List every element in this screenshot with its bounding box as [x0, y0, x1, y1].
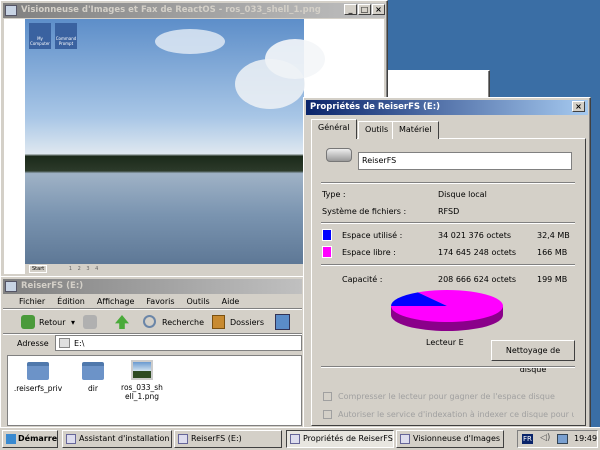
taskbar-item-properties[interactable]: Propriétés de ReiserFS... — [286, 430, 394, 448]
file-list: .reiserfs_priv dir ros_033_shell_1.png — [7, 355, 302, 426]
minimize-button[interactable]: _ — [344, 4, 357, 15]
desktop-icon-command-prompt: Command Prompt — [55, 23, 77, 49]
explorer-window[interactable]: ReiserFS (E:) Fichier Édition Affichage Fav… — [0, 276, 305, 429]
back-button[interactable]: Retour — [39, 318, 66, 327]
menu-favoris[interactable]: Favoris — [146, 297, 174, 306]
network-icon[interactable] — [557, 434, 568, 444]
disk-cleanup-button[interactable]: Nettoyage de disque — [491, 340, 575, 374]
index-checkbox[interactable] — [323, 410, 332, 419]
image-taskbar: Start 1 2 3 4 — [25, 264, 304, 275]
start-icon — [6, 434, 16, 444]
folder-icon — [82, 362, 104, 380]
menu-bar: Fichier Édition Affichage Favoris Outils Aide — [19, 297, 251, 306]
folder-icon — [27, 362, 49, 380]
type-label: Type : — [322, 190, 346, 199]
menu-fichier[interactable]: Fichier — [19, 297, 45, 306]
file-item[interactable]: ros_033_shell_1.png — [120, 360, 164, 401]
type-value: Disque local — [438, 190, 487, 199]
free-color-swatch — [322, 246, 332, 258]
taskbar-item-explorer[interactable]: ReiserFS (E:) — [174, 430, 282, 448]
desktop-icon-my-computer: My Computer — [29, 23, 51, 49]
taskbar-item-viewer[interactable]: Visionneuse d'Images ... — [396, 430, 504, 448]
free-size: 166 MB — [537, 248, 568, 257]
free-bytes: 174 645 248 octets — [438, 248, 517, 257]
properties-title: Propriétés de ReiserFS (E:) — [310, 102, 440, 112]
system-tray: FR ◁) 19:49 — [517, 430, 598, 448]
viewer-app-icon — [5, 5, 17, 16]
search-icon — [143, 315, 156, 328]
back-arrow-icon — [21, 315, 35, 329]
back-dropdown-icon[interactable]: ▾ — [71, 318, 75, 327]
capacity-bytes: 208 666 624 octets — [438, 275, 517, 284]
up-folder-button[interactable] — [115, 315, 129, 329]
viewer-title: Visionneuse d'Images et Fax de ReactOS -… — [21, 5, 321, 15]
compress-label: Compresser le lecteur pour gagner de l'e… — [338, 392, 555, 401]
image-viewer-icon — [400, 434, 410, 444]
menu-edition[interactable]: Édition — [57, 297, 85, 306]
capacity-label: Capacité : — [342, 275, 383, 284]
tab-materiel[interactable]: Matériel — [392, 121, 439, 139]
start-button[interactable]: Démarrer — [2, 430, 58, 448]
properties-titlebar[interactable]: Propriétés de ReiserFS (E:) — [306, 100, 588, 115]
folders-button[interactable]: Dossiers — [230, 318, 264, 327]
move-to-icon[interactable] — [275, 314, 290, 330]
used-label: Espace utilisé : — [342, 231, 403, 240]
free-label: Espace libre : — [342, 248, 396, 257]
window-icon — [66, 434, 76, 444]
explorer-title: ReiserFS (E:) — [21, 281, 84, 291]
maximize-button[interactable]: □ — [358, 4, 371, 15]
search-button[interactable]: Recherche — [162, 318, 204, 327]
menu-outils[interactable]: Outils — [187, 297, 210, 306]
explorer-titlebar[interactable]: ReiserFS (E:) — [3, 279, 302, 294]
filesystem-label: Système de fichiers : — [322, 207, 407, 216]
drive-icon — [59, 338, 70, 348]
image-start: Start — [29, 265, 48, 273]
folders-icon — [212, 315, 225, 329]
used-color-swatch — [322, 229, 332, 241]
menu-affichage[interactable]: Affichage — [97, 297, 135, 306]
capacity-size: 199 MB — [537, 275, 568, 284]
file-item[interactable]: dir — [63, 362, 123, 393]
used-size: 32,4 MB — [537, 231, 570, 240]
disk-usage-pie-chart — [391, 290, 503, 331]
address-label: Adresse — [17, 339, 49, 348]
hard-drive-icon — [326, 148, 352, 162]
image-file-icon — [131, 360, 153, 380]
volume-name-input[interactable]: ReiserFS — [358, 152, 572, 170]
tab-general[interactable]: Général — [311, 119, 357, 139]
properties-dialog[interactable]: Propriétés de ReiserFS (E:) × Général Ou… — [303, 97, 591, 429]
window-icon — [290, 434, 300, 444]
displayed-image: My Computer Command Prompt — [25, 19, 325, 264]
address-input[interactable]: E:\ — [55, 335, 302, 351]
compress-checkbox[interactable] — [323, 392, 332, 401]
menu-aide[interactable]: Aide — [222, 297, 240, 306]
address-value: E:\ — [74, 339, 85, 348]
used-bytes: 34 021 376 octets — [438, 231, 512, 240]
viewer-titlebar[interactable]: Visionneuse d'Images et Fax de ReactOS -… — [3, 3, 385, 18]
drive-label: Lecteur E — [426, 338, 464, 347]
filesystem-value: RFSD — [438, 207, 460, 216]
drive-icon — [5, 281, 17, 292]
index-label: Autoriser le service d'indexation à inde… — [338, 410, 574, 419]
desktop-icons: My Computer Command Prompt — [29, 23, 77, 51]
taskbar-item-setup[interactable]: Assistant d'installation ... — [62, 430, 172, 448]
close-button[interactable]: × — [372, 4, 385, 15]
volume-icon[interactable]: ◁) — [540, 433, 550, 443]
language-indicator[interactable]: FR — [522, 434, 533, 444]
close-button[interactable]: × — [572, 101, 585, 112]
tab-outils[interactable]: Outils — [358, 121, 396, 139]
clock[interactable]: 19:49 — [574, 434, 597, 443]
forward-button[interactable] — [83, 315, 97, 329]
drive-icon — [178, 434, 188, 444]
file-item[interactable]: .reiserfs_priv — [8, 362, 68, 393]
